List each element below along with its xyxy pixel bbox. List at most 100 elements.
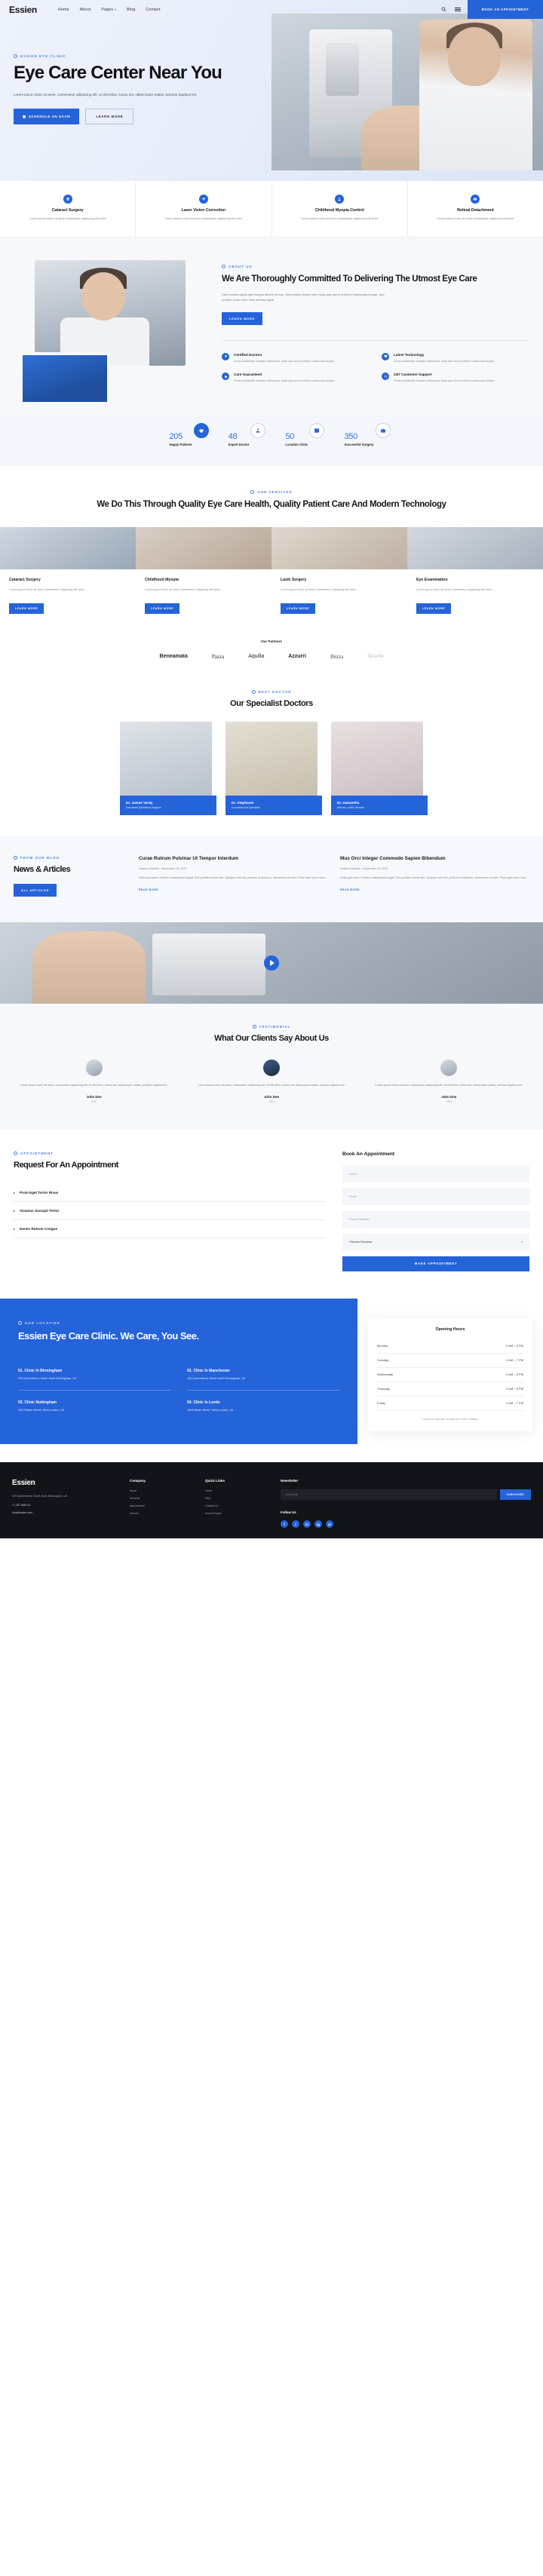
- nav-item-contact[interactable]: Contact: [146, 8, 160, 12]
- services-grid: Cataract Surgery Lorem ipsum dolor sit a…: [0, 527, 543, 627]
- doctor-card[interactable]: Dr. Stephanie Consultant Eye Specialist: [225, 721, 322, 815]
- strip-card-cataract[interactable]: Cataract Surgery Lorem ipsum dolor sit a…: [0, 181, 137, 237]
- footer-link-home[interactable]: Home: [205, 1489, 270, 1492]
- footer-link-appointment[interactable]: Appointment: [130, 1504, 195, 1507]
- service-card-eye-exam[interactable]: Eye Examination Lorem ipsum dolor sit am…: [407, 527, 543, 627]
- stat-successful-surgery: 350 Successful Surgery: [344, 422, 391, 446]
- feature-certified-doctors: Certified Doctors Donec sollicitudin mole…: [222, 352, 370, 363]
- hours-row: Friday 9 AM – 7 PM: [377, 1397, 523, 1411]
- news-title: News & Articles: [14, 864, 71, 874]
- testimonials-title: What Our Clients Say About Us: [214, 1033, 329, 1043]
- chevron-right-icon: ▸: [14, 1208, 16, 1213]
- service-select[interactable]: Choose Services ▾: [342, 1233, 529, 1250]
- news-section: FROM OUR BLOG News & Articles ALL ARTICL…: [0, 836, 543, 922]
- partner-logo-aquilla: Aquilla: [248, 654, 265, 660]
- stats-section: 205 Happy Patients 48 Expert Doctor 50 L…: [0, 413, 543, 466]
- site-header: Essien Home About Pages ▾ Blog Contact BO…: [0, 0, 543, 19]
- service-image: [272, 527, 407, 570]
- email-input[interactable]: Email: [342, 1188, 529, 1205]
- phone-input[interactable]: Phone Number: [342, 1210, 529, 1228]
- nav-item-pages[interactable]: Pages ▾: [101, 8, 116, 12]
- footer-link-doctors[interactable]: Doctors: [130, 1512, 195, 1515]
- laser-icon: [198, 195, 208, 204]
- about-paragraph: Duis rhoncus ligula eget magna dictum cu…: [222, 292, 385, 302]
- read-more-link[interactable]: READ MORE: [139, 888, 158, 891]
- newsletter-email-input[interactable]: Your Email: [281, 1489, 497, 1501]
- service-image: [407, 527, 543, 570]
- service-learn-more-button[interactable]: LEARN MORE: [9, 603, 44, 614]
- name-input[interactable]: Name: [342, 1165, 529, 1182]
- partner-logo-azzurri: Azzurri: [288, 654, 306, 660]
- book-appointment-button[interactable]: BOOK AN APPOINTMENT: [468, 0, 543, 19]
- footer-link-faq[interactable]: FAQ: [205, 1497, 270, 1500]
- make-appointment-button[interactable]: MAKE APPOINTMENT: [342, 1256, 529, 1271]
- strip-card-retinal[interactable]: Retinal Detachment Lorem ipsum dolor sit…: [408, 181, 543, 237]
- avatar: [85, 1059, 103, 1076]
- strip-card-myopia[interactable]: Childhood Myopia Control Lorem ipsum dol…: [272, 181, 408, 237]
- footer-logo[interactable]: Essien: [12, 1479, 119, 1487]
- schedule-exam-button[interactable]: ▦ SCHEDULE AN EXAM: [14, 109, 80, 125]
- about-section: ABOUT US We Are Thoroughly Committed To …: [0, 237, 543, 414]
- doctor-card[interactable]: Dr. James Verdy Consultant Ophthalmic Sur…: [120, 721, 216, 815]
- site-logo[interactable]: Essien: [9, 5, 37, 15]
- service-learn-more-button[interactable]: LEARN MORE: [145, 603, 180, 614]
- ring-icon: [250, 489, 255, 494]
- stat-expert-doctor: 48 Expert Doctor: [229, 422, 266, 446]
- stat-happy-patients: 205 Happy Patients: [169, 422, 209, 446]
- subscribe-button[interactable]: SUBSCRIBE: [499, 1489, 531, 1501]
- child-icon: [335, 195, 345, 204]
- service-card-lasik[interactable]: Lasik Surgery Lorem ipsum dolor sit amet…: [272, 527, 407, 627]
- search-icon[interactable]: [440, 6, 447, 13]
- tech-icon: [382, 352, 389, 360]
- twitter-icon[interactable]: t: [292, 1520, 299, 1529]
- page-root: Essien Home About Pages ▾ Blog Contact BO…: [0, 0, 543, 1539]
- service-card-myopia[interactable]: Childhood Myopia Lorem ipsum dolor sit a…: [136, 527, 272, 627]
- about-learn-more-button[interactable]: LEARN MORE: [222, 311, 262, 325]
- footer-link-services[interactable]: Services: [130, 1497, 195, 1500]
- youtube-icon[interactable]: yt: [326, 1520, 333, 1529]
- footer-link-social-project[interactable]: Social Project: [205, 1512, 270, 1515]
- ring-icon: [252, 1024, 256, 1029]
- location-title: Essien Eye Care Clinic. We Care, You See…: [18, 1329, 199, 1342]
- accordion-item[interactable]: ▸ Vivamus Suscipit Tortor: [14, 1202, 326, 1220]
- appointment-eyebrow: APPOINTMENT: [14, 1151, 326, 1155]
- video-banner: [0, 922, 543, 1004]
- service-learn-more-button[interactable]: LEARN MORE: [416, 603, 452, 614]
- hours-row: Tuesday 9 AM – 7 PM: [377, 1354, 523, 1368]
- footer-email[interactable]: info@essien.com: [12, 1511, 119, 1514]
- appointment-title: Request For An Appointment: [14, 1160, 118, 1170]
- about-images: [14, 259, 208, 405]
- instagram-icon[interactable]: ig: [314, 1520, 322, 1529]
- testimonials-section: TESTIMONIAL What Our Clients Say About U…: [0, 1003, 543, 1129]
- doctor-icon: [250, 422, 266, 438]
- news-post[interactable]: Mus Orci Integer Commodo Sapien Bibendum…: [340, 856, 529, 897]
- linkedin-icon[interactable]: in: [303, 1520, 311, 1529]
- learn-more-button[interactable]: LEARN MORE: [85, 109, 134, 125]
- service-image: [136, 527, 272, 570]
- accordion-item[interactable]: ▸ Donec Rutrum Congue: [14, 1220, 326, 1238]
- doctor-card[interactable]: Dr. Samantha Director, LASIK Services: [331, 721, 428, 815]
- menu-icon[interactable]: [454, 6, 461, 13]
- footer-phone[interactable]: +1 257 6680 91: [12, 1504, 119, 1507]
- clinic-item: 03. Clinic Nottingham 150 Fulham Street, …: [18, 1400, 65, 1412]
- about-features: Certified Doctors Donec sollicitudin mole…: [222, 339, 529, 384]
- nav-item-blog[interactable]: Blog: [127, 8, 135, 12]
- service-card-cataract[interactable]: Cataract Surgery Lorem ipsum dolor sit a…: [0, 527, 136, 627]
- accordion-item[interactable]: ▸ Proin Eget Tortor Risus: [14, 1184, 326, 1202]
- partner-logo-ibizza: Ibizza: [330, 653, 344, 660]
- nav-item-about[interactable]: About: [80, 8, 91, 12]
- all-articles-button[interactable]: ALL ARTICLES: [14, 883, 57, 897]
- about-eyebrow: ABOUT US: [222, 264, 529, 268]
- nav-item-home[interactable]: Home: [58, 8, 69, 12]
- facebook-icon[interactable]: f: [281, 1520, 288, 1529]
- service-learn-more-button[interactable]: LEARN MORE: [281, 603, 316, 614]
- read-more-link[interactable]: READ MORE: [340, 888, 360, 891]
- footer-link-about[interactable]: About: [130, 1489, 195, 1492]
- strip-card-laser[interactable]: Laser Vision Correction Lorem ipsum dolo…: [136, 181, 272, 237]
- testimonials-eyebrow: TESTIMONIAL: [14, 1024, 529, 1029]
- ring-icon: [251, 689, 256, 694]
- play-button-icon[interactable]: [264, 955, 279, 971]
- news-post[interactable]: Curae Rutrum Pulvinar Ut Tempor Interdum…: [139, 856, 328, 897]
- footer-brand: Essien 329 Queensberry Street North Birm…: [12, 1479, 119, 1528]
- footer-link-contact[interactable]: Contact Us: [205, 1504, 270, 1507]
